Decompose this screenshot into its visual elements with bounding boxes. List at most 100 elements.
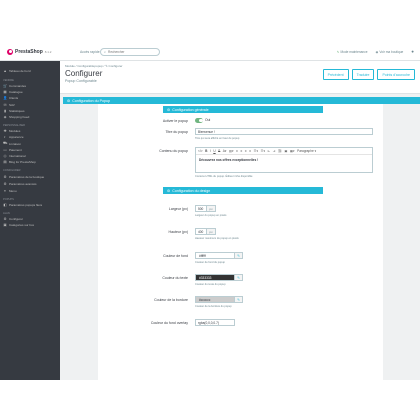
title-input[interactable]: Bienvenue !: [195, 128, 373, 135]
editor-content[interactable]: Découvrez nos offres exceptionnelles !: [196, 155, 372, 165]
admin-window: PrestaShop 8.1.2 Accès rapide ▾ ⌕ ✎Mode …: [0, 44, 420, 380]
hooks-button[interactable]: Points d'accroche: [377, 69, 415, 80]
sidebar-item-label: Paramètres popups flexs: [9, 202, 43, 207]
align-right-icon[interactable]: ≡: [245, 149, 247, 153]
bullet-list-icon[interactable]: ☰▾: [254, 149, 258, 153]
toggle-switch[interactable]: [195, 118, 203, 123]
sidebar-item-label: Paiement: [9, 147, 22, 152]
clients-icon: 👤: [3, 96, 8, 101]
strike-icon[interactable]: S: [218, 149, 220, 153]
logo[interactable]: PrestaShop 8.1.2: [7, 49, 51, 55]
search-input[interactable]: [108, 50, 157, 54]
gear-icon: ⚙: [67, 98, 71, 103]
sidebar-item-label: SAV: [9, 102, 15, 107]
modules-icon: ✚: [3, 129, 7, 134]
maintenance-label: Mode maintenance: [340, 49, 368, 54]
sidebar-item-label: Paramètres avancés: [9, 182, 37, 187]
sidebar-item-label: Statistiques: [9, 108, 25, 113]
sidebar-item[interactable]: ≡ Menu: [0, 187, 60, 193]
color-picker-icon[interactable]: ✎: [235, 252, 243, 259]
account-icon[interactable]: ●: [411, 49, 414, 54]
sidebar-item-label: Menu: [9, 188, 17, 193]
indent-icon[interactable]: ⇥: [273, 149, 276, 153]
content-editor[interactable]: </> B I U S A▾ ▨▾ ≡ ≡ ≡ ≡ ☰▾ ☰▾ ⇤ ⇥ ⛓ ▣ …: [195, 147, 373, 173]
sidebar-item-dashboard[interactable]: ▲ Tableau de bord: [0, 67, 60, 75]
main-content: Module / Configurablepopup / ✎ Configure…: [60, 61, 420, 380]
section-header: ⚙ Configuration du Popup: [63, 97, 420, 104]
text-color-icon[interactable]: A▾: [223, 149, 227, 153]
search-icon[interactable]: ⌕: [104, 50, 106, 54]
page-subtitle: Popup Configurable: [65, 78, 97, 83]
color-picker-icon[interactable]: ✎: [235, 296, 243, 303]
italic-icon[interactable]: I: [210, 149, 211, 153]
bold-icon[interactable]: B: [205, 149, 207, 153]
categories-icon: ▣: [3, 223, 7, 228]
page-toolbar: Module / Configurablepopup / ✎ Configure…: [60, 61, 420, 94]
stats-icon: ▮: [4, 108, 6, 113]
wrench-icon: ✎: [336, 49, 340, 54]
width-input[interactable]: 500: [195, 205, 207, 212]
design-section-title: Configuration du design: [172, 188, 211, 193]
eye-icon: ◉: [375, 49, 379, 54]
breadcrumb[interactable]: Module / Configurablepopup / ✎ Configure…: [65, 64, 123, 68]
bg-color-label: Couleur de fond: [163, 253, 188, 258]
activate-toggle[interactable]: Oui: [195, 118, 210, 123]
source-icon[interactable]: </>: [198, 149, 203, 153]
outdent-icon[interactable]: ⇤: [268, 149, 271, 153]
quick-access-label: Accès rapide: [80, 50, 100, 54]
align-left-icon[interactable]: ≡: [236, 149, 238, 153]
align-center-icon[interactable]: ≡: [241, 149, 243, 153]
sidebar-item[interactable]: ▤ Blog for PrestaShop: [0, 159, 60, 165]
width-label: Largeur (px): [168, 206, 188, 211]
international-icon: ◎: [3, 153, 7, 158]
format-select[interactable]: Paragraphe ▾: [297, 149, 316, 153]
height-input[interactable]: 400: [195, 228, 207, 235]
sidebar-item-label: Paramètres de la boutique: [9, 174, 45, 179]
sidebar-item[interactable]: ◈ Shopping Feed: [0, 114, 60, 120]
translate-button[interactable]: Traduire: [351, 69, 375, 80]
payment-icon: ▭: [3, 147, 7, 152]
bg-color-field: #ffffff ✎: [195, 252, 243, 259]
bg-color-input[interactable]: #ffffff: [195, 252, 235, 259]
sidebar-item[interactable]: ⚙ Paramètres de la boutique: [0, 173, 60, 181]
sidebar-item-label: Configurer: [9, 216, 24, 221]
sidebar-item[interactable]: ▣ Catégories sur box: [0, 222, 60, 228]
underline-icon[interactable]: U: [213, 149, 215, 153]
sidebar-item-label: Tableau de bord: [9, 69, 31, 73]
maintenance-link[interactable]: ✎ Mode maintenance: [337, 50, 368, 54]
view-shop-link[interactable]: ◉ Voir ma boutique: [376, 50, 404, 54]
overlay-color-input[interactable]: rgba(0,0,0,0.7): [195, 319, 235, 326]
sidebar-item-label: Commandes: [9, 84, 27, 89]
width-unit: px: [207, 205, 216, 212]
sidebar-item-label: Blog for PrestaShop: [9, 160, 36, 165]
text-color-help: Couleur du texte du popup: [195, 283, 226, 286]
table-icon[interactable]: ▦▾: [290, 149, 295, 153]
border-color-help: Couleur de la bordure du popup: [195, 305, 232, 308]
image-icon[interactable]: ▣: [284, 149, 287, 153]
sidebar-item[interactable]: ◧ Paramètres popups flexs: [0, 202, 60, 208]
border-color-input[interactable]: #cccccc: [195, 296, 235, 303]
config-icon: ⚙: [3, 216, 7, 221]
numbered-list-icon[interactable]: ☰▾: [261, 149, 265, 153]
text-color-input[interactable]: #333333: [195, 274, 235, 281]
back-button[interactable]: Précédent: [322, 69, 349, 80]
logo-text: PrestaShop: [15, 49, 43, 55]
color-picker-icon[interactable]: ✎: [235, 274, 243, 281]
section-title: Configuration du Popup: [72, 98, 110, 103]
justify-icon[interactable]: ≡: [249, 149, 251, 153]
menu-icon: ≡: [4, 188, 6, 193]
width-field: 500 px: [195, 205, 216, 212]
link-icon[interactable]: ⛓: [278, 149, 282, 153]
popup-icon: ◧: [3, 202, 7, 207]
content-label: Contenu du popup: [159, 148, 188, 153]
highlight-icon[interactable]: ▨▾: [229, 149, 234, 153]
dashboard-icon: ▲: [3, 69, 7, 73]
settings-icon: ⚙: [3, 174, 7, 179]
width-help: Largeur du popup en pixels: [195, 214, 227, 217]
prestashop-logo-icon: [7, 49, 13, 55]
sidebar-item-label: Livraison: [9, 141, 22, 146]
height-help: Hauteur maximum du popup en pixels: [195, 237, 239, 240]
top-header: PrestaShop 8.1.2 Accès rapide ▾ ⌕ ✎Mode …: [0, 44, 420, 61]
quick-access-menu[interactable]: Accès rapide ▾: [80, 50, 102, 54]
editor-toolbar: </> B I U S A▾ ▨▾ ≡ ≡ ≡ ≡ ☰▾ ☰▾ ⇤ ⇥ ⛓ ▣ …: [196, 148, 372, 155]
